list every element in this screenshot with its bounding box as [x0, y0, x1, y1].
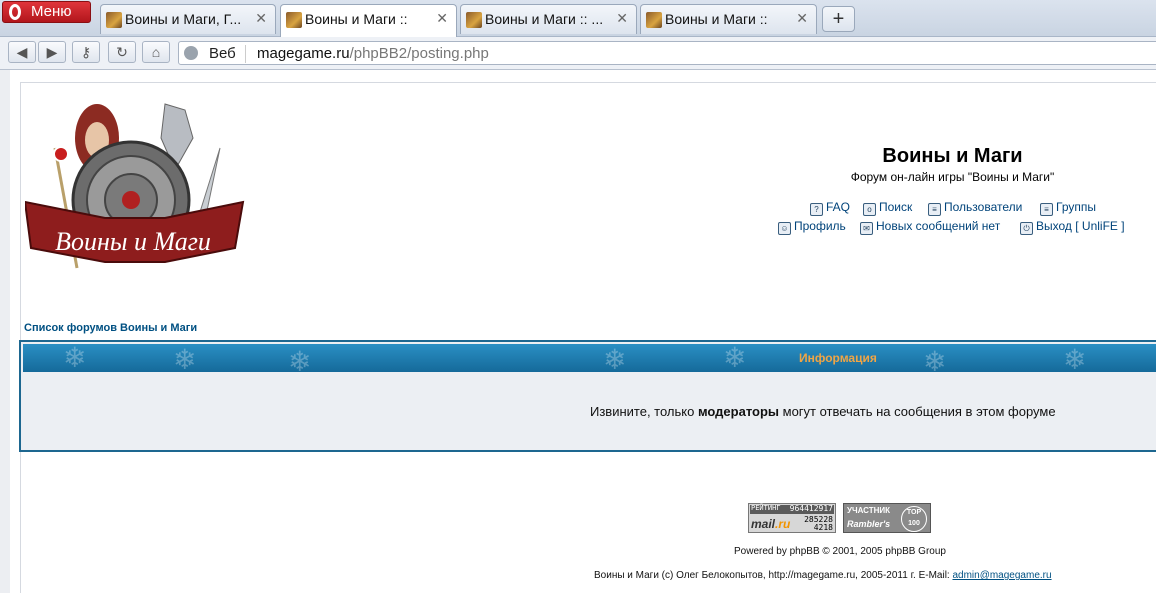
profile-label: Профиль — [794, 219, 846, 233]
snowflake-icon: ❄ — [173, 344, 197, 373]
favicon-icon — [646, 12, 662, 28]
powered-by: Powered by phpBB © 2001, 2005 phpBB Grou… — [734, 546, 946, 557]
copyright: Воины и Маги (c) Олег Белокопытов, http:… — [594, 570, 1052, 581]
members-label: Пользователи — [944, 200, 1023, 214]
profile-link[interactable]: ☺ Профиль — [778, 219, 846, 235]
info-message: Извините, только модераторы могут отвеча… — [590, 404, 1056, 419]
tab-bar: Меню Воины и Маги, Г... ✕ Воины и Маги :… — [0, 0, 1156, 37]
snowflake-icon: ❄ — [288, 346, 312, 373]
site-logo[interactable]: Воины и Маги — [25, 98, 245, 290]
search-icon: o — [863, 203, 876, 216]
faq-label: FAQ — [826, 200, 851, 214]
list-icon: ≡ — [928, 203, 941, 216]
url-path: /phpBB2/posting.php — [349, 45, 489, 62]
copyright-text: Воины и Маги (c) Олег Белокопытов, http:… — [594, 570, 953, 581]
breadcrumb[interactable]: Список форумов Воины и Маги — [24, 322, 197, 334]
logout-icon: ⏻ — [1020, 222, 1033, 235]
info-message-start: Извините, только — [590, 404, 698, 419]
forward-button[interactable]: ▶ — [38, 41, 66, 63]
members-link[interactable]: ≡ Пользователи — [928, 200, 1022, 216]
tab-title: Воины и Маги :: ... — [485, 11, 604, 27]
tab-title: Воины и Маги :: — [305, 11, 408, 27]
faq-link[interactable]: ? FAQ — [810, 200, 850, 216]
mail-logo: mail.ru — [751, 517, 790, 531]
rambler-line-1: УЧАСТНИК — [847, 506, 891, 515]
reload-button[interactable]: ↻ — [108, 41, 136, 63]
site-title: Воины и Маги — [882, 145, 1023, 167]
info-title: Информация — [799, 351, 877, 365]
info-message-bold: модераторы — [697, 404, 780, 419]
logout-link[interactable]: ⏻ Выход [ UnliFE ] — [1020, 219, 1125, 235]
email-link[interactable]: admin@magegame.ru — [952, 570, 1051, 581]
info-message-end: могут отвечать на сообщения в этом форум… — [779, 404, 1056, 419]
search-link[interactable]: o Поиск — [863, 200, 912, 216]
rambler-top100-badge[interactable]: УЧАСТНИК Rambler's TOP 100 — [843, 503, 931, 533]
logout-label: Выход [ UnliFE ] — [1036, 219, 1125, 233]
close-tab-icon[interactable]: ✕ — [796, 10, 808, 27]
opera-logo-icon — [9, 4, 21, 20]
mail-rating-badge[interactable]: РЕЙТИНГ 964412917 mail.ru 285228 4218 — [748, 503, 836, 533]
badge-label: РЕЙТИНГ — [751, 504, 781, 512]
tab-4[interactable]: Воины и Маги :: ✕ — [640, 4, 817, 34]
search-label: Поиск — [879, 200, 913, 214]
snowflake-icon: ❄ — [723, 344, 747, 372]
mail-brand: mail — [751, 517, 776, 531]
close-tab-icon[interactable]: ✕ — [616, 10, 628, 27]
rambler-line-2: Rambler's — [847, 519, 891, 529]
home-button[interactable]: ⌂ — [142, 41, 170, 63]
close-tab-icon[interactable]: ✕ — [255, 10, 267, 27]
info-panel: ❄ ❄ ❄ ❄ ❄ ❄ ❄ Информация Извините, тольк… — [19, 340, 1156, 452]
globe-icon — [184, 46, 198, 60]
groups-label: Группы — [1056, 200, 1096, 214]
snowflake-icon: ❄ — [603, 344, 627, 373]
snowflake-icon: ❄ — [923, 346, 947, 373]
wand-key-button[interactable]: ⚷ — [72, 41, 100, 63]
logo-text: Воины и Маги — [55, 227, 211, 256]
profile-icon: ☺ — [778, 222, 791, 235]
snowflake-icon: ❄ — [1063, 344, 1087, 373]
back-button[interactable]: ◀ — [8, 41, 36, 63]
site-description: Форум он-лайн игры "Воины и Маги" — [850, 170, 1055, 184]
new-tab-button[interactable]: + — [822, 6, 855, 32]
url-domain: magegame.ru — [257, 45, 350, 62]
favicon-icon — [286, 12, 302, 28]
badge-value-3: 4218 — [813, 523, 833, 532]
top100-circle: TOP 100 — [901, 506, 927, 532]
close-tab-icon[interactable]: ✕ — [436, 10, 448, 27]
favicon-icon — [466, 12, 482, 28]
opera-menu-button[interactable]: Меню — [2, 1, 91, 23]
faq-icon: ? — [810, 203, 823, 216]
url-text[interactable]: magegame.ru/phpBB2/posting.php — [257, 45, 489, 62]
search-scope-label[interactable]: Веб — [209, 45, 236, 62]
badge-value-1: 964412917 — [789, 504, 833, 513]
groups-icon: ≡ — [1040, 203, 1053, 216]
navigation-bar: ◀ ▶ ⚷ ↻ ⌂ Веб magegame.ru/phpBB2/posting… — [0, 37, 1156, 70]
messages-icon: ✉ — [860, 222, 873, 235]
snowflake-icon: ❄ — [63, 344, 87, 372]
divider — [245, 45, 246, 63]
info-panel-body: Извините, только модераторы могут отвеча… — [23, 374, 1156, 448]
favicon-icon — [106, 12, 122, 28]
menu-label: Меню — [31, 3, 72, 20]
tab-title: Воины и Маги :: — [665, 11, 768, 27]
new-posts-link[interactable]: ✉ Новых сообщений нет — [860, 219, 1000, 235]
address-bar[interactable]: Веб magegame.ru/phpBB2/posting.php — [178, 41, 1156, 65]
tab-title: Воины и Маги, Г... — [125, 11, 242, 27]
mail-brand-suffix: .ru — [775, 517, 791, 531]
tab-2[interactable]: Воины и Маги :: ✕ — [280, 4, 457, 37]
info-panel-header: ❄ ❄ ❄ ❄ ❄ ❄ ❄ Информация — [23, 344, 1156, 372]
new-posts-label: Новых сообщений нет — [876, 219, 1001, 233]
tab-3[interactable]: Воины и Маги :: ... ✕ — [460, 4, 637, 34]
groups-link[interactable]: ≡ Группы — [1040, 200, 1096, 216]
tab-1[interactable]: Воины и Маги, Г... ✕ — [100, 4, 276, 34]
